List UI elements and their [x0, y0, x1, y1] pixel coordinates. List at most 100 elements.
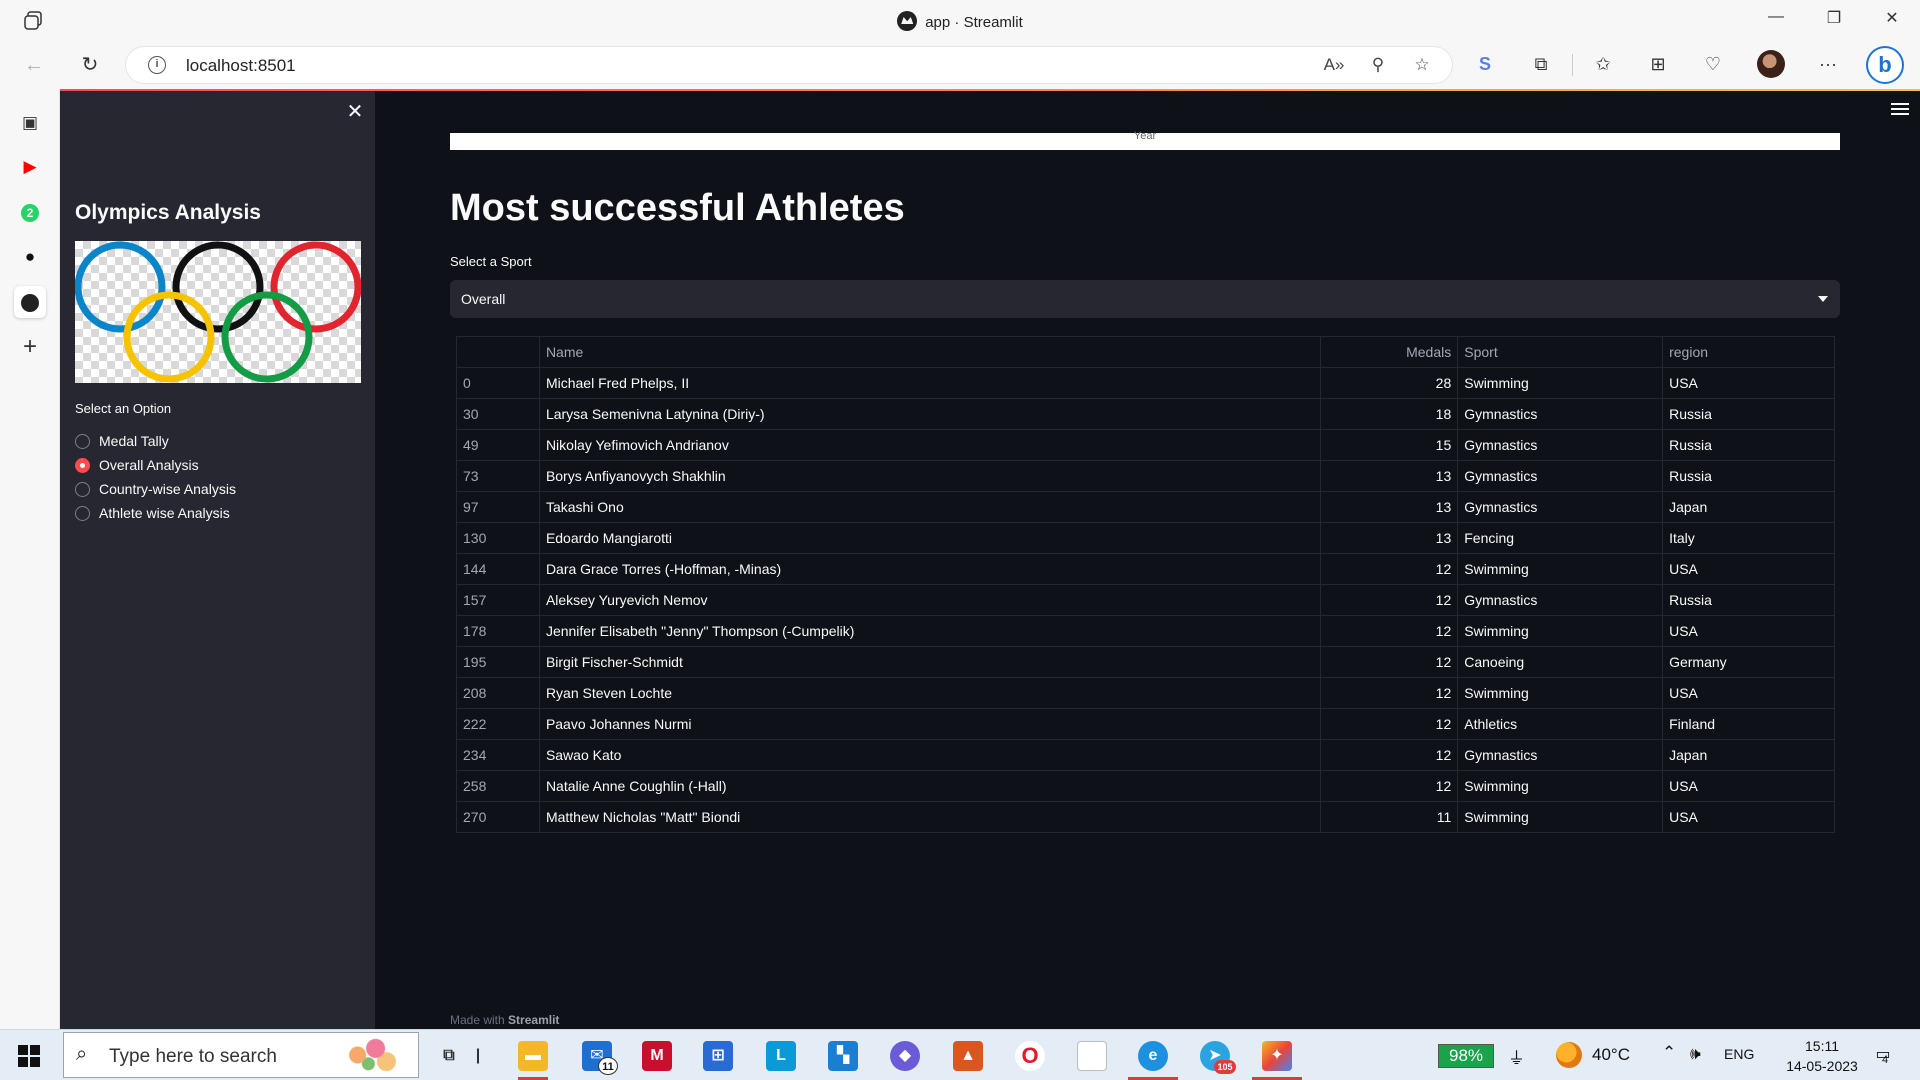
browser-essentials-icon[interactable]: ♡ — [1700, 51, 1726, 77]
cell-sport[interactable]: Swimming — [1457, 677, 1664, 709]
volume-icon[interactable]: 🕪 — [1690, 1044, 1701, 1064]
windows-app-icon[interactable]: ▚ — [828, 1041, 858, 1071]
cell-name[interactable]: Larysa Semenivna Latynina (Diriy-) — [538, 398, 1322, 430]
sport-select[interactable]: Overall — [450, 280, 1840, 318]
show-hidden-icons-icon[interactable]: ⌃ — [1662, 1043, 1676, 1063]
cell-medals[interactable]: 12 — [1320, 646, 1459, 678]
battery-indicator[interactable]: 98% — [1438, 1044, 1494, 1068]
refresh-icon[interactable]: ↻ — [76, 51, 104, 79]
language-indicator[interactable]: ENG — [1724, 1046, 1754, 1062]
weather-sun-icon[interactable] — [1556, 1042, 1582, 1068]
cell-index[interactable]: 195 — [456, 646, 540, 678]
cell-region[interactable]: Russia — [1662, 398, 1835, 430]
cell-index[interactable]: 73 — [456, 460, 540, 492]
cell-sport[interactable]: Swimming — [1457, 801, 1664, 833]
radio-circle-selected[interactable] — [75, 457, 90, 473]
close-window-icon[interactable]: ✕ — [1872, 8, 1912, 32]
cell-name[interactable]: Nikolay Yefimovich Andrianov — [538, 429, 1322, 461]
cell-medals[interactable]: 13 — [1320, 491, 1459, 523]
cell-name[interactable]: Edoardo Mangiarotti — [538, 522, 1322, 554]
cell-medals[interactable]: 13 — [1320, 460, 1459, 492]
close-sidebar-icon[interactable]: ✕ — [344, 101, 366, 123]
radio-circle[interactable] — [75, 433, 90, 449]
profile-avatar[interactable] — [1757, 50, 1785, 78]
chevron-down-icon[interactable] — [1818, 296, 1828, 302]
url-bar[interactable]: i localhost:8501 A» ⚲ ☆ — [126, 47, 1452, 83]
cell-region[interactable]: USA — [1662, 770, 1835, 802]
radio-country-wise-analysis[interactable]: Country-wise Analysis — [75, 479, 236, 499]
add-sidebar-item-icon[interactable]: + — [14, 331, 46, 363]
youtube-icon[interactable]: ▶ — [14, 151, 46, 183]
column-header-medals[interactable]: Medals — [1320, 336, 1459, 368]
cell-index[interactable]: 97 — [456, 491, 540, 523]
cell-medals[interactable]: 12 — [1320, 553, 1459, 585]
read-aloud-icon[interactable]: A» — [1323, 54, 1345, 76]
cell-region[interactable]: USA — [1662, 553, 1835, 585]
document-icon[interactable] — [1077, 1041, 1107, 1071]
microsoft-store-icon[interactable]: ⊞ — [703, 1041, 733, 1071]
taskbar-search[interactable]: ⌕ Type here to search — [63, 1032, 419, 1078]
cell-sport[interactable]: Gymnastics — [1457, 398, 1664, 430]
cell-index[interactable]: 144 — [456, 553, 540, 585]
matlab-icon[interactable]: ▲ — [953, 1041, 983, 1071]
cell-region[interactable]: Japan — [1662, 491, 1835, 523]
cell-sport[interactable]: Swimming — [1457, 615, 1664, 647]
cell-region[interactable]: USA — [1662, 677, 1835, 709]
site-info-icon[interactable]: i — [148, 56, 166, 74]
extension-s-icon[interactable]: S — [1472, 51, 1498, 77]
learning-app-icon[interactable]: L — [766, 1041, 796, 1071]
column-header-region[interactable]: region — [1662, 336, 1835, 368]
mcafee-icon[interactable]: M — [642, 1041, 672, 1071]
cell-index[interactable]: 270 — [456, 801, 540, 833]
temperature[interactable]: 40°C — [1592, 1045, 1630, 1065]
github-icon[interactable]: ● — [14, 241, 46, 273]
windows-start-icon[interactable] — [18, 1045, 40, 1067]
cell-name[interactable]: Matthew Nicholas "Matt" Biondi — [538, 801, 1322, 833]
cell-medals[interactable]: 11 — [1320, 801, 1459, 833]
cell-region[interactable]: Italy — [1662, 522, 1835, 554]
cell-medals[interactable]: 15 — [1320, 429, 1459, 461]
radio-circle[interactable] — [75, 505, 90, 521]
cell-sport[interactable]: Gymnastics — [1457, 491, 1664, 523]
whatsapp-icon[interactable]: 2 — [14, 196, 46, 228]
cell-medals[interactable]: 13 — [1320, 522, 1459, 554]
cell-region[interactable]: USA — [1662, 615, 1835, 647]
cell-name[interactable]: Dara Grace Torres (-Hoffman, -Minas) — [538, 553, 1322, 585]
cell-region[interactable]: Russia — [1662, 584, 1835, 616]
cell-sport[interactable]: Gymnastics — [1457, 739, 1664, 771]
bing-copilot-icon[interactable]: b — [1866, 46, 1904, 84]
restore-icon[interactable]: ❐ — [1814, 8, 1854, 32]
cell-name[interactable]: Takashi Ono — [538, 491, 1322, 523]
favorites-icon[interactable]: ✩ — [1590, 51, 1616, 77]
radio-athlete-wise-analysis[interactable]: Athlete wise Analysis — [75, 503, 230, 523]
cell-sport[interactable]: Swimming — [1457, 770, 1664, 802]
file-explorer-icon[interactable]: ▬ — [518, 1041, 548, 1071]
cell-name[interactable]: Jennifer Elisabeth "Jenny" Thompson (-Cu… — [538, 615, 1322, 647]
copilot-app-icon[interactable]: ◆ — [890, 1041, 920, 1071]
cell-name[interactable]: Natalie Anne Coughlin (-Hall) — [538, 770, 1322, 802]
cell-name[interactable]: Ryan Steven Lochte — [538, 677, 1322, 709]
cell-region[interactable]: Russia — [1662, 429, 1835, 461]
cell-medals[interactable]: 12 — [1320, 677, 1459, 709]
minimize-icon[interactable]: — — [1756, 8, 1796, 32]
cell-medals[interactable]: 28 — [1320, 367, 1459, 399]
cell-name[interactable]: Aleksey Yuryevich Nemov — [538, 584, 1322, 616]
cell-index[interactable]: 222 — [456, 708, 540, 740]
cell-sport[interactable]: Athletics — [1457, 708, 1664, 740]
cell-name[interactable]: Michael Fred Phelps, II — [538, 367, 1322, 399]
back-icon[interactable]: ← — [20, 51, 48, 79]
cell-region[interactable]: Finland — [1662, 708, 1835, 740]
edge-browser-icon[interactable]: e — [1138, 1041, 1168, 1071]
column-header-index[interactable] — [456, 336, 540, 368]
cell-region[interactable]: Japan — [1662, 739, 1835, 771]
radio-circle[interactable] — [75, 481, 90, 497]
cell-medals[interactable]: 12 — [1320, 708, 1459, 740]
colorful-app-icon[interactable]: ✦ — [1262, 1041, 1292, 1071]
cell-region[interactable]: USA — [1662, 367, 1835, 399]
cell-sport[interactable]: Swimming — [1457, 367, 1664, 399]
zoom-out-icon[interactable]: ⚲ — [1367, 54, 1389, 76]
cell-index[interactable]: 234 — [456, 739, 540, 771]
cell-index[interactable]: 258 — [456, 770, 540, 802]
cell-sport[interactable]: Fencing — [1457, 522, 1664, 554]
cell-index[interactable]: 157 — [456, 584, 540, 616]
